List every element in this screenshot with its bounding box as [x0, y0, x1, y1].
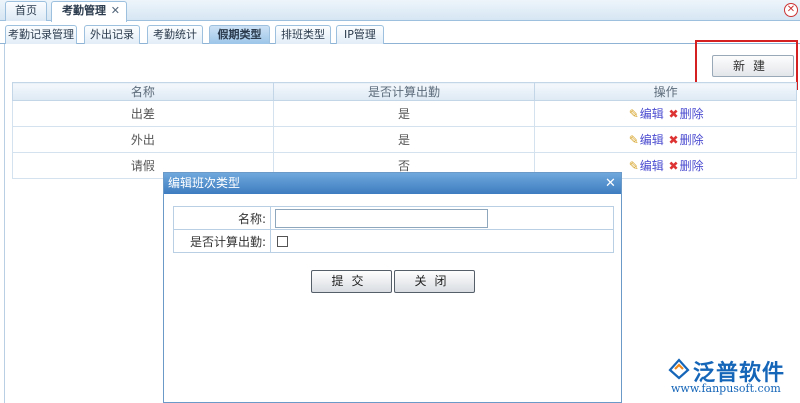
form-row-name: 名称: — [173, 206, 614, 230]
tab-home[interactable]: 首页 — [5, 1, 47, 21]
edit-link[interactable]: ✎编辑 — [628, 107, 664, 121]
edit-link[interactable]: ✎编辑 — [628, 133, 664, 147]
column-header-name: 名称 — [12, 82, 274, 101]
form-row-count-attendance: 是否计算出勤: — [173, 229, 614, 253]
cell-actions: ✎编辑 ✖删除 — [534, 100, 797, 127]
edit-link[interactable]: ✎编辑 — [628, 159, 664, 173]
tab-leave-types[interactable]: 假期类型 — [209, 25, 270, 44]
tab-attendance-management[interactable]: 考勤管理 ✕ — [51, 1, 127, 22]
delete-link[interactable]: ✖删除 — [668, 159, 704, 173]
new-button[interactable]: 新建 — [712, 55, 794, 77]
cell-count-attendance: 是 — [272, 126, 536, 153]
count-attendance-checkbox[interactable] — [277, 236, 288, 247]
delete-x-icon: ✖ — [668, 133, 679, 147]
delete-link[interactable]: ✖删除 — [668, 133, 704, 147]
sub-tab-bar: 考勤记录管理 外出记录 考勤统计 假期类型 排班类型 IP管理 — [0, 22, 800, 44]
brand-watermark: 泛普软件 www.fanpusoft.com — [667, 355, 800, 397]
top-tab-bar: 首页 考勤管理 ✕ ✕ — [0, 0, 800, 22]
pencil-icon: ✎ — [628, 159, 639, 173]
column-header-actions: 操作 — [534, 82, 797, 101]
dialog-form: 名称: 是否计算出勤: — [173, 206, 614, 253]
table-row: 外出 是 ✎编辑 ✖删除 — [12, 126, 797, 153]
name-label: 名称: — [173, 206, 271, 230]
tab-attendance-stats[interactable]: 考勤统计 — [147, 25, 203, 44]
name-input[interactable] — [275, 208, 488, 228]
leave-type-table: 名称 是否计算出勤 操作 出差 是 ✎编辑 ✖删除 外出 是 ✎编辑 ✖删除 请… — [12, 82, 797, 179]
cell-name: 外出 — [12, 126, 274, 153]
count-attendance-cell — [270, 229, 614, 253]
cell-name: 出差 — [12, 100, 274, 127]
brand-url: www.fanpusoft.com — [671, 382, 781, 395]
window-close-icon[interactable]: ✕ — [784, 3, 798, 17]
dialog-title: 编辑班次类型 — [164, 173, 621, 194]
cell-count-attendance: 是 — [272, 100, 536, 127]
tab-outing-records[interactable]: 外出记录 — [84, 25, 140, 44]
delete-x-icon: ✖ — [668, 159, 679, 173]
close-button[interactable]: 关闭 — [394, 270, 475, 293]
edit-shift-type-dialog: 编辑班次类型 ✕ 名称: 是否计算出勤: 提交 关闭 — [163, 172, 622, 403]
delete-x-icon: ✖ — [668, 107, 679, 121]
table-header-row: 名称 是否计算出勤 操作 — [12, 82, 797, 101]
column-header-count-attendance: 是否计算出勤 — [272, 82, 536, 101]
cell-actions: ✎编辑 ✖删除 — [534, 126, 797, 153]
tab-ip-management[interactable]: IP管理 — [336, 25, 384, 44]
count-attendance-label: 是否计算出勤: — [173, 229, 271, 253]
submit-button[interactable]: 提交 — [311, 270, 392, 293]
close-tab-icon[interactable]: ✕ — [111, 2, 120, 20]
tab-attendance-management-label: 考勤管理 — [62, 4, 106, 17]
pencil-icon: ✎ — [628, 133, 639, 147]
tab-attendance-records[interactable]: 考勤记录管理 — [5, 25, 77, 44]
table-row: 出差 是 ✎编辑 ✖删除 — [12, 100, 797, 127]
tab-shift-types[interactable]: 排班类型 — [275, 25, 331, 44]
pencil-icon: ✎ — [628, 107, 639, 121]
dialog-close-icon[interactable]: ✕ — [604, 177, 617, 190]
brand-logo-icon — [668, 358, 690, 380]
delete-link[interactable]: ✖删除 — [668, 107, 704, 121]
name-field-cell — [270, 206, 614, 230]
